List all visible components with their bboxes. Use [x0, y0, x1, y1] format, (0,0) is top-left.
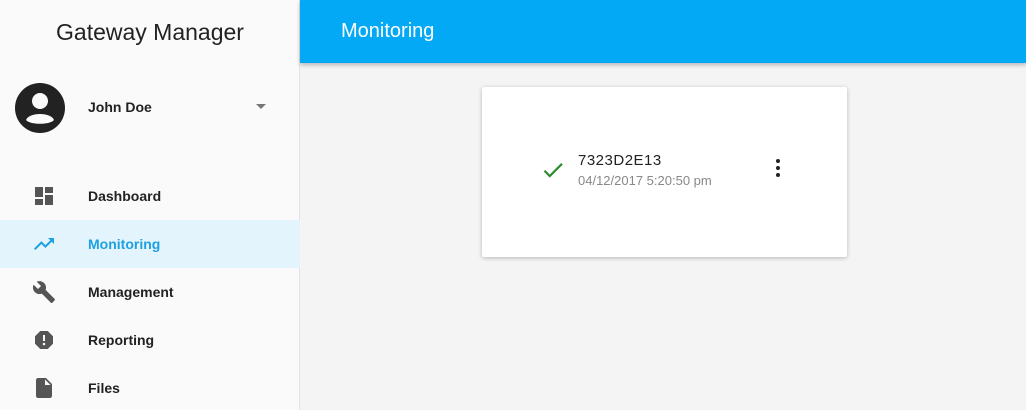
sidebar-item-files[interactable]: Files [0, 364, 300, 410]
user-menu[interactable]: John Doe [0, 80, 300, 136]
sidebar-item-label: Reporting [88, 332, 155, 348]
sidebar-item-label: Files [88, 380, 120, 396]
trending-up-icon [34, 238, 54, 250]
more-vert-icon[interactable] [770, 157, 786, 179]
page-title: Monitoring [341, 20, 435, 42]
wrench-icon [32, 281, 55, 303]
dashboard-icon [35, 187, 53, 205]
user-name: John Doe [88, 99, 152, 115]
check-icon [543, 163, 563, 178]
file-icon [36, 378, 52, 398]
device-timestamp: 04/12/2017 5:20:50 pm [578, 173, 712, 188]
report-icon [35, 331, 53, 349]
device-id: 7323D2E13 [578, 152, 662, 169]
device-card[interactable]: 7323D2E13 04/12/2017 5:20:50 pm [482, 87, 847, 257]
sidebar-item-dashboard[interactable]: Dashboard [0, 172, 300, 220]
sidebar: Gateway Manager John Doe Dashboard Monit… [0, 0, 300, 410]
app-title: Gateway Manager [56, 18, 244, 45]
sidebar-item-label: Monitoring [88, 236, 161, 252]
sidebar-item-label: Management [88, 284, 174, 300]
sidebar-item-monitoring[interactable]: Monitoring [0, 220, 300, 268]
sidebar-item-reporting[interactable]: Reporting [0, 316, 300, 364]
chevron-down-icon[interactable] [256, 104, 266, 109]
sidebar-nav: Dashboard Monitoring Management Reportin… [0, 172, 300, 410]
app-bar: Monitoring [300, 0, 1026, 63]
avatar-icon [15, 83, 65, 133]
sidebar-item-label: Dashboard [88, 188, 162, 204]
sidebar-item-management[interactable]: Management [0, 268, 300, 316]
